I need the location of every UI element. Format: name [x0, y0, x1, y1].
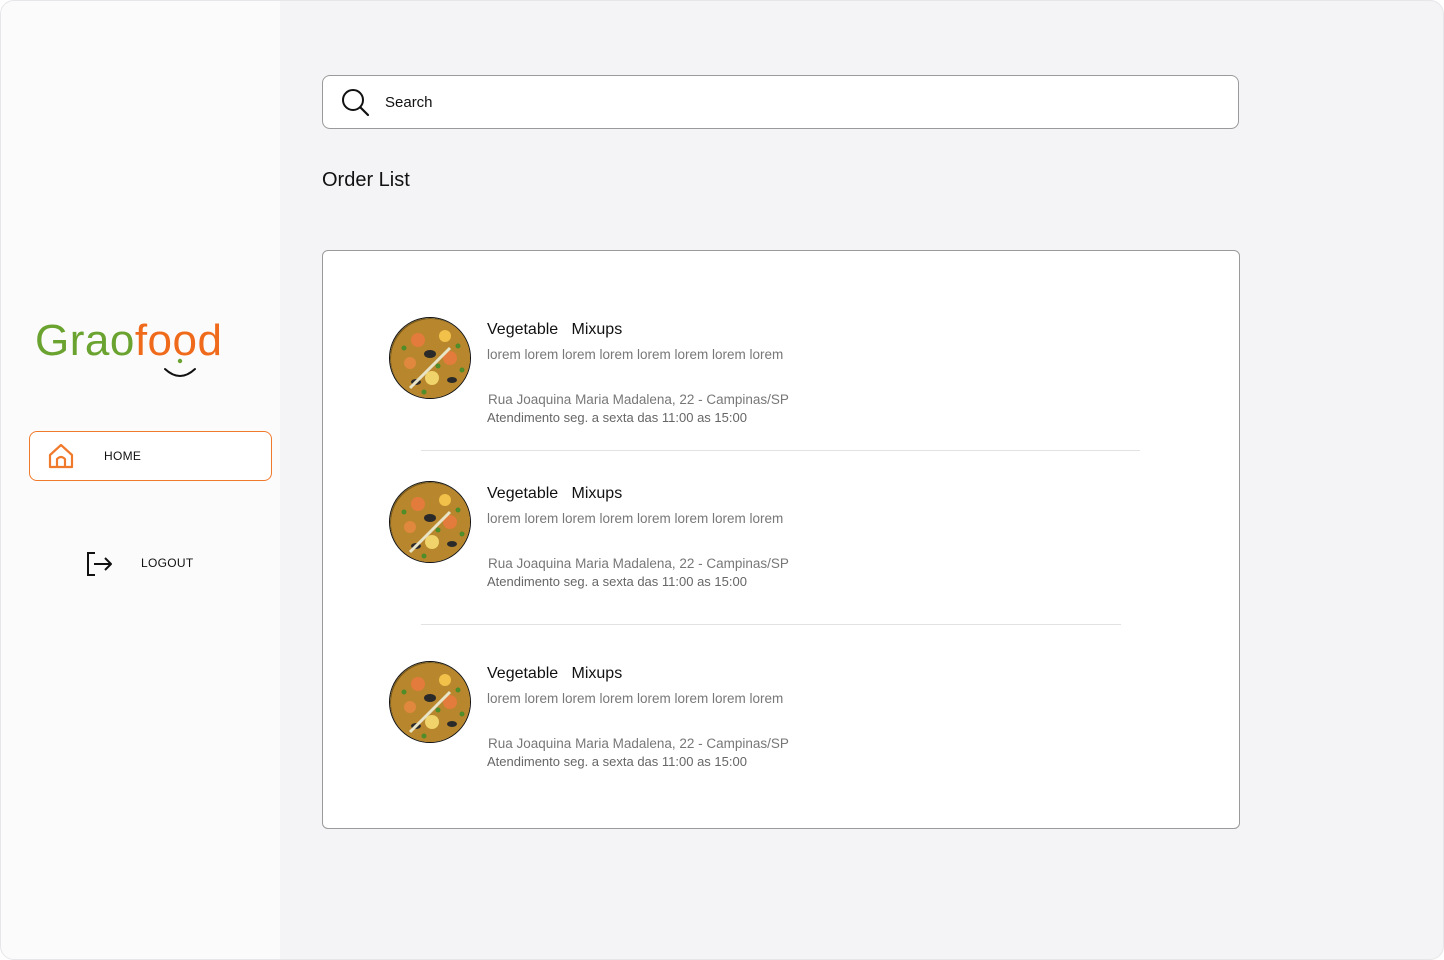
sidebar-item-label: HOME [104, 449, 142, 463]
sidebar: Graofood HOME LOGOUT [1, 1, 280, 959]
order-hours: Atendimento seg. a sexta das 11:00 as 15… [487, 754, 747, 769]
page-title: Order List [322, 169, 410, 191]
order-hours: Atendimento seg. a sexta das 11:00 as 15… [487, 410, 747, 425]
search-icon[interactable] [340, 87, 370, 117]
order-name: Vegetable Mixups [487, 321, 623, 338]
order-description: lorem lorem lorem lorem lorem lorem lore… [487, 347, 784, 362]
order-item[interactable]: Vegetable Mixups lorem lorem lorem lorem… [323, 481, 1241, 601]
order-address: Rua Joaquina Maria Madalena, 22 - Campin… [488, 556, 789, 571]
search-input[interactable] [385, 88, 1205, 116]
order-item[interactable]: Vegetable Mixups lorem lorem lorem lorem… [323, 661, 1241, 781]
order-address: Rua Joaquina Maria Madalena, 22 - Campin… [488, 392, 789, 407]
sidebar-item-label: LOGOUT [141, 556, 194, 570]
order-name: Vegetable Mixups [487, 485, 623, 502]
divider [421, 450, 1140, 451]
logo-text-grao: Grao [35, 316, 135, 365]
paella-dish-image [389, 317, 471, 399]
sidebar-item-logout[interactable]: LOGOUT [81, 545, 231, 581]
order-hours: Atendimento seg. a sexta das 11:00 as 15… [487, 574, 747, 589]
order-description: lorem lorem lorem lorem lorem lorem lore… [487, 691, 784, 706]
divider [421, 624, 1121, 625]
order-address: Rua Joaquina Maria Madalena, 22 - Campin… [488, 736, 789, 751]
logo: Graofood [35, 313, 245, 383]
order-list: Vegetable Mixups lorem lorem lorem lorem… [322, 250, 1240, 829]
home-icon [48, 443, 74, 469]
app-window: Graofood HOME LOGOUT Search Order List V… [0, 0, 1444, 960]
sidebar-item-home[interactable]: HOME [29, 431, 272, 481]
paella-dish-image [389, 481, 471, 563]
order-name: Vegetable Mixups [487, 665, 623, 682]
logo-smile-icon [164, 358, 196, 377]
order-item[interactable]: Vegetable Mixups lorem lorem lorem lorem… [323, 317, 1241, 437]
paella-dish-image [389, 661, 471, 743]
logout-icon [87, 552, 112, 576]
order-description: lorem lorem lorem lorem lorem lorem lore… [487, 511, 784, 526]
search-bar [322, 75, 1239, 129]
